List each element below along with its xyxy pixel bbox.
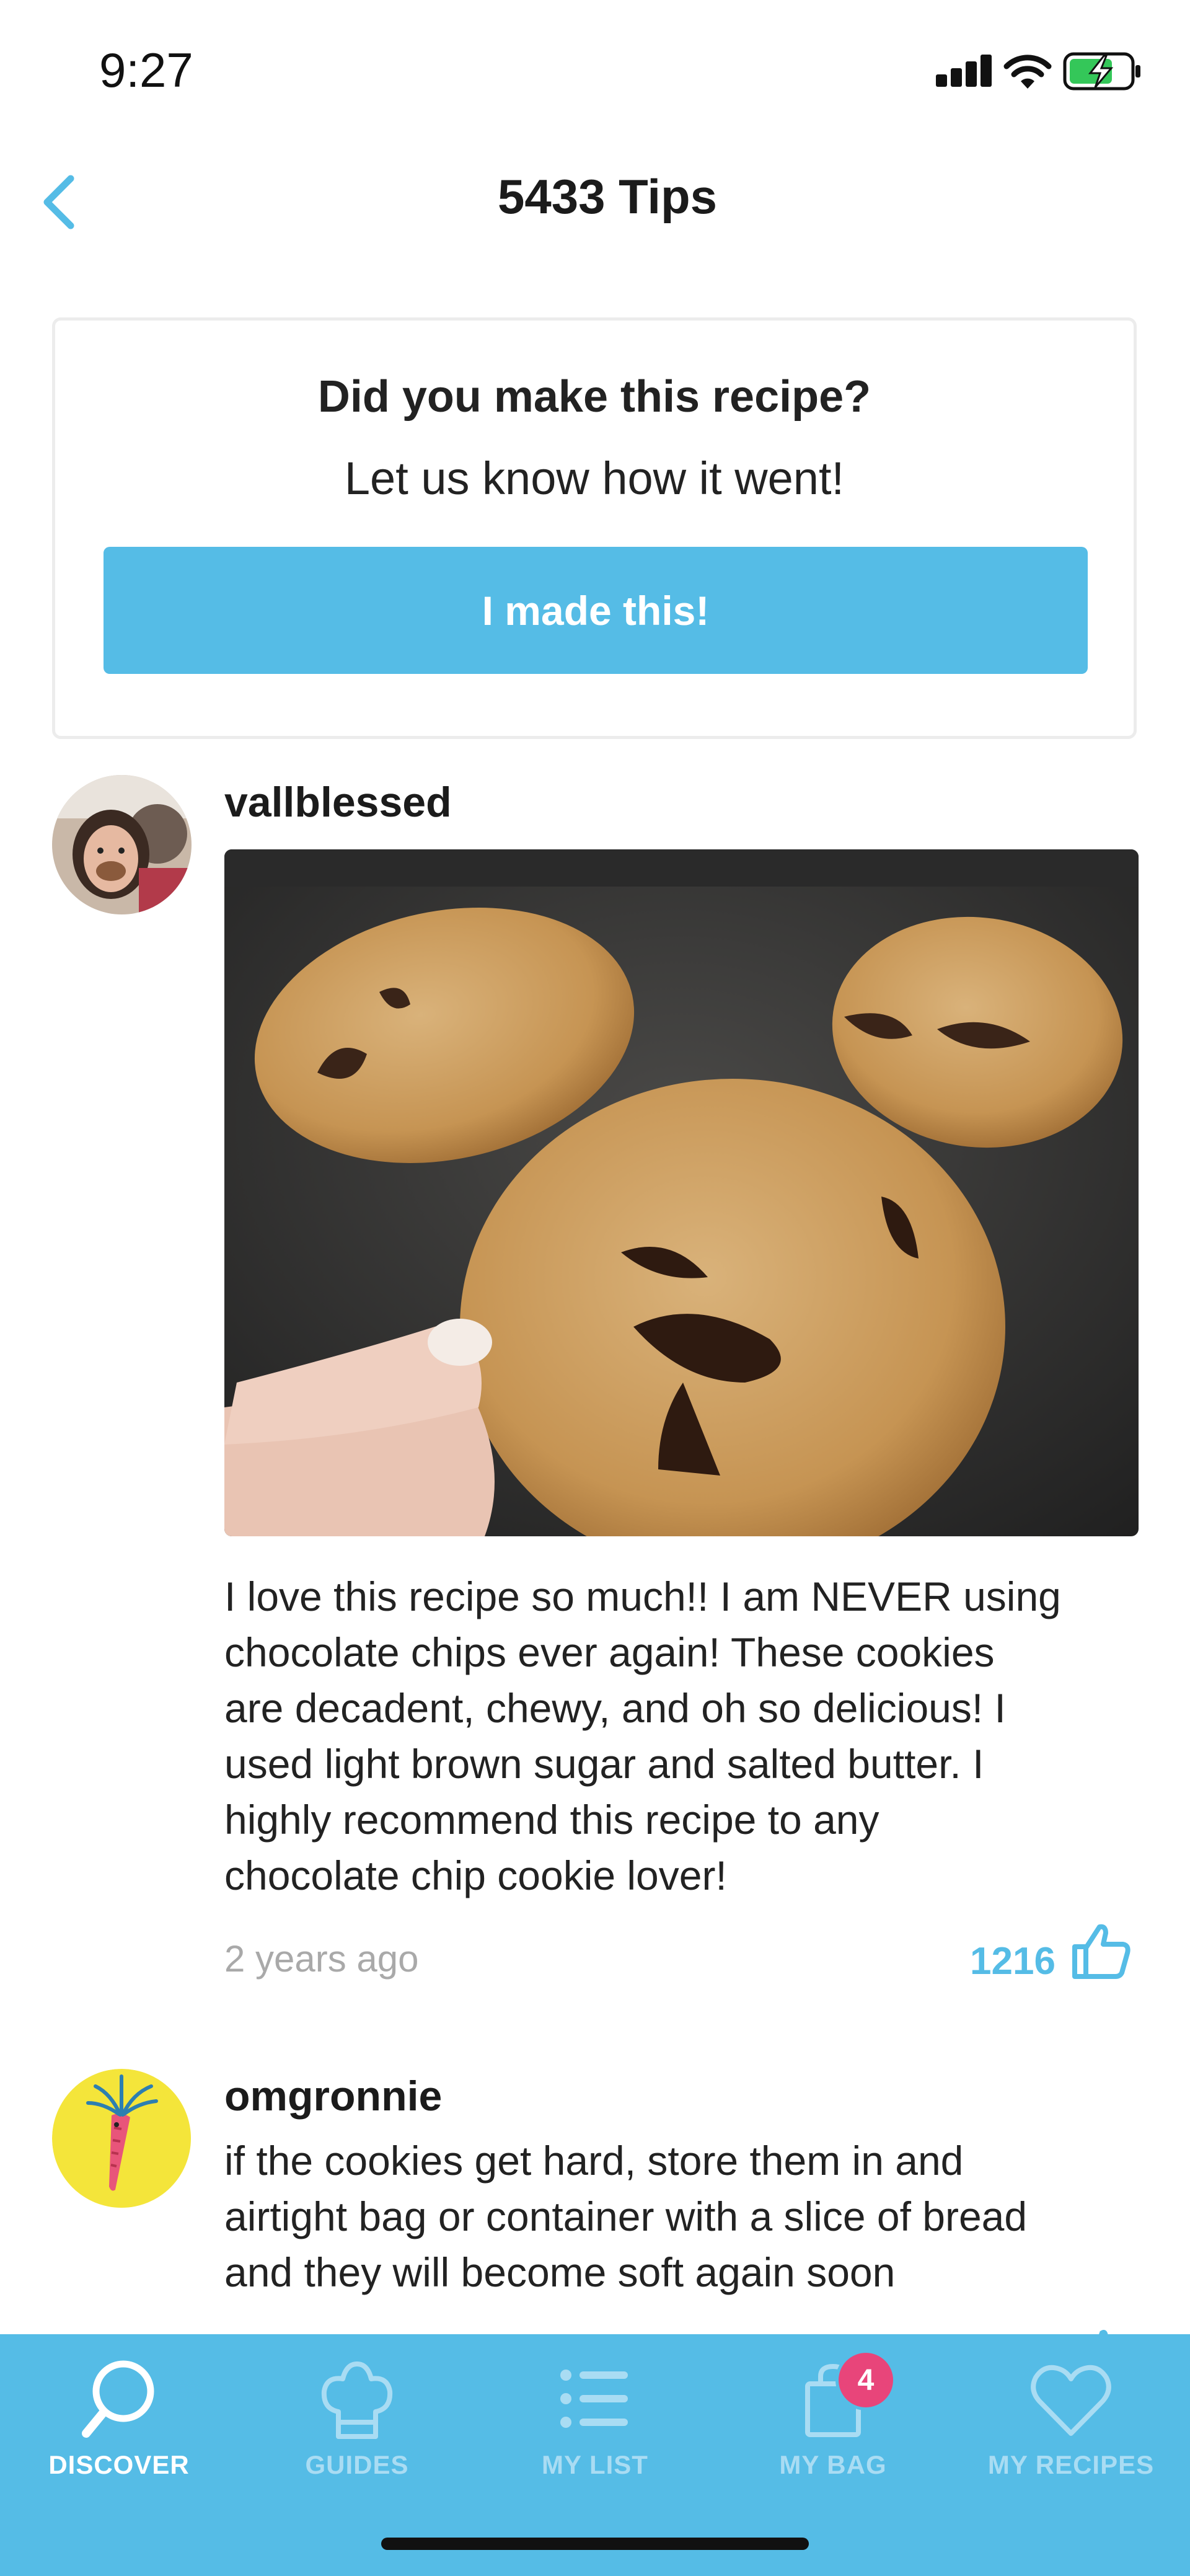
tip-text-line: chocolate chip cookie lover!	[224, 1852, 727, 1898]
tab-my-bag[interactable]: 4 MY BAG	[714, 2334, 952, 2489]
card-subheading: Let us know how it went!	[344, 453, 845, 504]
heart-icon	[952, 2353, 1190, 2452]
thumbs-up-icon[interactable]	[1070, 1922, 1132, 1981]
cookie-photo	[224, 849, 1139, 1536]
tab-label: GUIDES	[305, 2450, 409, 2479]
wifi-icon	[1003, 55, 1052, 89]
tip-text-line: chocolate chips ever again! These cookie…	[224, 1629, 995, 1675]
tip-text-line: if the cookies get hard, store them in a…	[224, 2138, 964, 2184]
tab-label: MY LIST	[542, 2450, 648, 2479]
chef-hat-icon	[238, 2353, 476, 2452]
i-made-this-button[interactable]: I made this!	[104, 547, 1088, 674]
tip-text-line: are decadent, chewy, and oh so delicious…	[224, 1685, 1006, 1731]
tab-guides[interactable]: GUIDES	[238, 2334, 476, 2489]
status-time: 9:27	[99, 43, 193, 97]
tab-discover[interactable]: DISCOVER	[0, 2334, 238, 2489]
home-indicator	[381, 2538, 809, 2550]
tip-photo[interactable]	[224, 849, 1139, 1536]
tab-label: DISCOVER	[48, 2450, 190, 2479]
tip-text-line: and they will become soft again soon	[224, 2249, 896, 2295]
tip-text-line: used light brown sugar and salted butter…	[224, 1741, 984, 1787]
like-count: 1216	[970, 1940, 1056, 1983]
tip-text: if the cookies get hard, store them in a…	[224, 2133, 1142, 2300]
bag-icon	[714, 2353, 952, 2452]
tip-text-line: highly recommend this recipe to any	[224, 1797, 879, 1843]
battery-charging-icon	[1063, 52, 1140, 91]
tip-timestamp: 2 years ago	[224, 1938, 419, 1980]
page-title: 5433 Tips	[497, 169, 718, 224]
tab-my-list[interactable]: MY LIST	[476, 2334, 714, 2489]
card-heading: Did you make this recipe?	[317, 372, 871, 422]
search-icon	[0, 2353, 238, 2452]
tab-my-recipes[interactable]: MY RECIPES	[952, 2334, 1190, 2489]
tip-username[interactable]: vallblessed	[224, 778, 452, 826]
tab-label: MY RECIPES	[987, 2450, 1155, 2479]
list-icon	[476, 2353, 714, 2452]
tip-text-line: airtight bag or container with a slice o…	[224, 2193, 1028, 2239]
badge-count: 4	[857, 2363, 875, 2397]
carrot-avatar	[52, 2069, 191, 2208]
tip-text-line: I love this recipe so much!! I am NEVER …	[224, 1573, 1061, 1619]
bag-count-badge: 4	[835, 2350, 896, 2410]
user-photo	[52, 775, 192, 914]
tip-text: I love this recipe so much!! I am NEVER …	[224, 1569, 1142, 1903]
tip-username[interactable]: omgronnie	[224, 2072, 442, 2120]
avatar[interactable]	[52, 2069, 192, 2208]
avatar[interactable]	[52, 775, 192, 914]
cellular-signal-icon	[936, 55, 992, 87]
tab-label: MY BAG	[779, 2450, 887, 2479]
made-this-card: Did you make this recipe? Let us know ho…	[52, 317, 1137, 739]
